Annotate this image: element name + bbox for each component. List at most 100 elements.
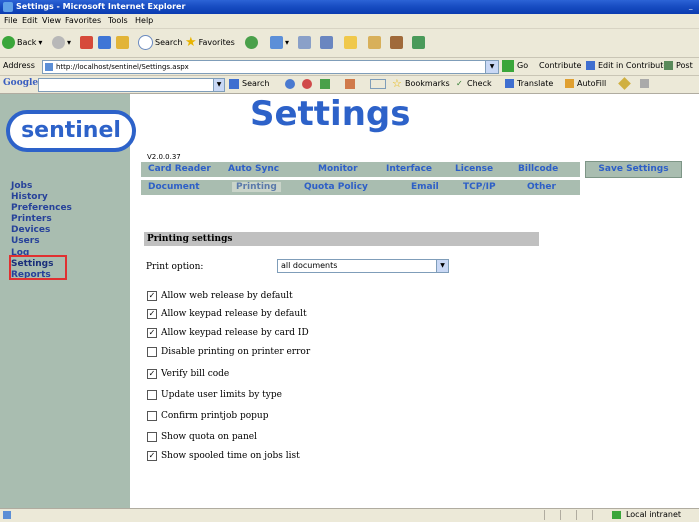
sentinel-logo: sentinel — [6, 110, 136, 152]
option-checkbox[interactable]: ✓ — [147, 309, 157, 319]
forward-button[interactable]: ▾ — [52, 34, 71, 50]
tab-monitor[interactable]: Monitor — [318, 164, 358, 174]
contribute-icon — [586, 61, 595, 70]
search-icon — [138, 34, 153, 50]
google-search-icon — [229, 79, 239, 89]
option-label: Allow keypad release by card ID — [161, 328, 309, 338]
option-label: Show spooled time on jobs list — [161, 451, 300, 461]
nav-history[interactable]: History — [11, 192, 48, 202]
tab-card-reader[interactable]: Card Reader — [148, 164, 211, 174]
minimize-icon[interactable]: _ — [689, 2, 693, 10]
nav-devices[interactable]: Devices — [11, 225, 50, 235]
back-button[interactable]: Back ▾ — [2, 34, 42, 50]
save-settings-button[interactable]: Save Settings — [585, 161, 682, 178]
home-icon — [116, 35, 129, 49]
print-option-label: Print option: — [146, 262, 204, 272]
option-label: Disable printing on printer error — [161, 347, 311, 357]
popup-blocker-icon — [302, 79, 312, 89]
google-search-button[interactable]: Search — [242, 79, 269, 88]
favorites-button[interactable]: ★ Favorites — [185, 34, 235, 50]
check-button[interactable]: Check — [467, 79, 492, 88]
nav-preferences[interactable]: Preferences — [11, 203, 72, 213]
window-title-bar: Settings - Microsoft Internet Explorer _ — [0, 0, 699, 14]
menu-favorites[interactable]: Favorites — [65, 16, 101, 25]
option-checkbox[interactable] — [147, 390, 157, 400]
google-search-input[interactable]: ▼ — [38, 78, 225, 92]
address-input[interactable]: http://localhost/sentinel/Settings.aspx … — [42, 60, 499, 74]
tab-printing[interactable]: Printing — [232, 182, 281, 192]
messenger-button[interactable] — [412, 34, 425, 50]
refresh-icon — [98, 35, 111, 49]
bookmarks-button[interactable]: Bookmarks — [405, 79, 450, 88]
star-icon: ★ — [185, 34, 197, 50]
go-button[interactable]: Go — [517, 61, 528, 70]
option-checkbox[interactable] — [147, 347, 157, 357]
menu-edit[interactable]: Edit — [22, 16, 38, 25]
option-checkbox[interactable]: ✓ — [147, 328, 157, 338]
option-row: Confirm printjob popup — [147, 411, 269, 421]
tab-document[interactable]: Document — [148, 182, 200, 192]
option-row: Update user limits by type — [147, 390, 282, 400]
menu-help[interactable]: Help — [135, 16, 153, 25]
status-cell — [544, 510, 559, 520]
tab-interface[interactable]: Interface — [386, 164, 432, 174]
tab-license[interactable]: License — [455, 164, 493, 174]
option-label: Show quota on panel — [161, 432, 257, 442]
history-icon — [270, 35, 283, 49]
page-content: sentinel Jobs History Preferences Printe… — [0, 94, 699, 508]
autofill-icon — [565, 79, 574, 88]
search-button[interactable]: Search — [138, 34, 182, 50]
chevron-down-icon[interactable]: ▼ — [436, 260, 448, 272]
research-button[interactable] — [390, 34, 403, 50]
google-dropdown-icon[interactable]: ▼ — [213, 79, 224, 91]
tab-email[interactable]: Email — [411, 182, 439, 192]
menu-file[interactable]: File — [4, 16, 17, 25]
research-icon — [390, 35, 403, 49]
tab-billcode[interactable]: Billcode — [518, 164, 558, 174]
post-button[interactable]: Post — [676, 61, 693, 70]
go-arrow-icon[interactable] — [502, 60, 514, 72]
autofill-button[interactable]: AutoFill — [577, 79, 606, 88]
version-label: V2.0.0.37 — [147, 153, 181, 161]
back-arrow-icon — [2, 35, 15, 49]
menu-tools[interactable]: Tools — [108, 16, 128, 25]
translate-button[interactable]: Translate — [517, 79, 553, 88]
folder-icon — [344, 35, 357, 49]
page-icon — [45, 63, 53, 71]
refresh-button[interactable] — [98, 34, 111, 50]
forward-arrow-icon — [52, 35, 65, 49]
discuss-button[interactable] — [368, 34, 381, 50]
option-checkbox[interactable] — [147, 411, 157, 421]
option-row: ✓ Verify bill code — [147, 369, 229, 379]
folder-button[interactable] — [344, 34, 357, 50]
edit-button[interactable] — [320, 34, 333, 50]
tab-auto-sync[interactable]: Auto Sync — [228, 164, 279, 174]
tab-quota-policy[interactable]: Quota Policy — [304, 182, 368, 192]
tab-tcp-ip[interactable]: TCP/IP — [463, 182, 496, 192]
print-button[interactable] — [298, 34, 311, 50]
option-checkbox[interactable]: ✓ — [147, 451, 157, 461]
menu-view[interactable]: View — [42, 16, 61, 25]
history-button[interactable]: ▾ — [270, 34, 289, 50]
highlight-icon — [618, 77, 631, 90]
option-row: ✓ Allow keypad release by card ID — [147, 328, 309, 338]
media-button[interactable] — [245, 34, 258, 50]
option-checkbox[interactable]: ✓ — [147, 291, 157, 301]
print-option-select[interactable]: all documents ▼ — [277, 259, 449, 273]
option-label: Verify bill code — [161, 369, 230, 379]
option-checkbox[interactable]: ✓ — [147, 369, 157, 379]
nav-jobs[interactable]: Jobs — [11, 181, 32, 191]
home-button[interactable] — [116, 34, 129, 50]
option-checkbox[interactable] — [147, 432, 157, 442]
contribute-button[interactable]: Contribute — [539, 61, 581, 70]
address-dropdown-icon[interactable]: ▼ — [485, 61, 498, 73]
nav-printers[interactable]: Printers — [11, 214, 52, 224]
stop-button[interactable] — [80, 34, 93, 50]
section-title: Printing settings — [147, 234, 233, 244]
nav-users[interactable]: Users — [11, 236, 40, 246]
tab-other[interactable]: Other — [527, 182, 556, 192]
window-title: Settings - Microsoft Internet Explorer — [16, 2, 186, 11]
edit-in-contribute-button[interactable]: Edit in Contribute — [598, 61, 668, 70]
option-label: Allow keypad release by default — [161, 309, 307, 319]
option-row: ✓ Show spooled time on jobs list — [147, 451, 300, 461]
